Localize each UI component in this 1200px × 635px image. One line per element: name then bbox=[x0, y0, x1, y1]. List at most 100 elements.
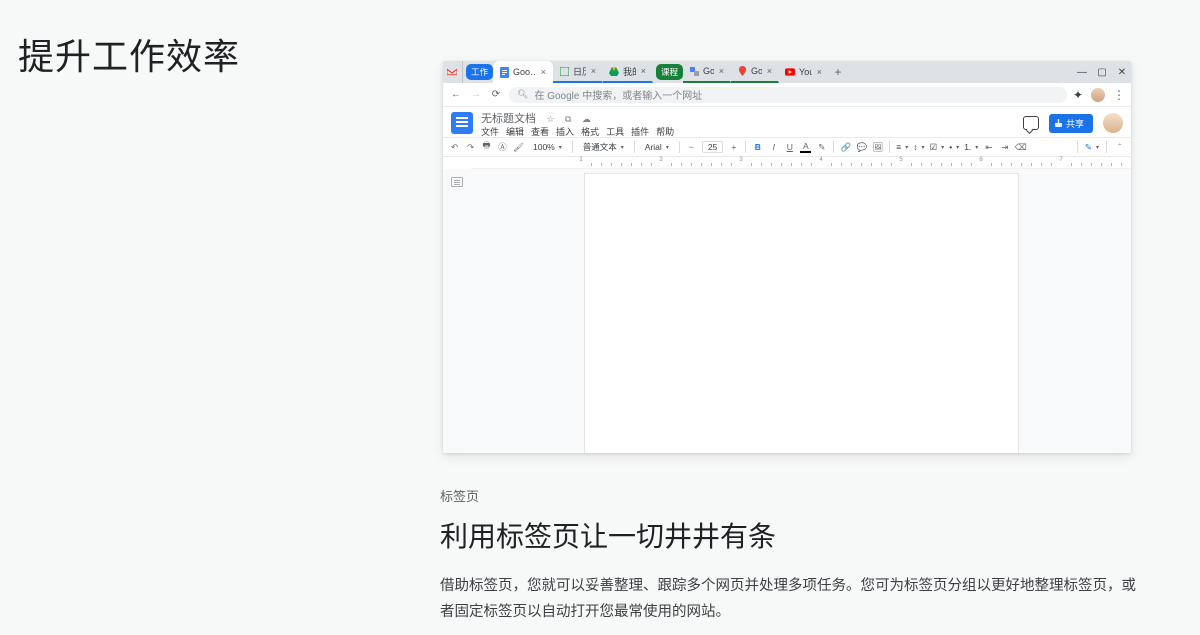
move-folder-icon[interactable]: ⧉ bbox=[565, 114, 571, 124]
docs-header: 无标题文档 ☆ ⧉ ☁ 文件 编辑 查看 插入 格式 工具 插件 帮助 bbox=[443, 107, 1131, 137]
menu-view[interactable]: 查看 bbox=[531, 127, 549, 137]
redo-button[interactable]: ↷ bbox=[465, 142, 476, 153]
editing-mode-dropdown[interactable]: ✎ bbox=[1085, 142, 1099, 153]
section-eyebrow: 标签页 bbox=[440, 486, 1140, 505]
italic-button[interactable]: I bbox=[768, 142, 779, 153]
tab-youtube-label: You… bbox=[799, 67, 812, 77]
menu-help[interactable]: 帮助 bbox=[656, 127, 674, 137]
menu-edit[interactable]: 编辑 bbox=[506, 127, 524, 137]
spellcheck-button[interactable]: Ⓐ bbox=[497, 142, 508, 153]
search-icon: 🔍︎ bbox=[517, 89, 528, 100]
ruler-number: 7 bbox=[1059, 157, 1062, 163]
tab-drive[interactable]: 我的… × bbox=[603, 61, 653, 83]
tab-close-icon[interactable]: × bbox=[719, 66, 724, 76]
section-subheadline: 利用标签页让一切井井有条 bbox=[440, 515, 1140, 555]
font-family-dropdown[interactable]: Arial bbox=[641, 142, 673, 152]
tab-close-icon[interactable]: × bbox=[591, 66, 596, 76]
indent-decrease-button[interactable]: ⇤ bbox=[983, 142, 994, 153]
ruler-number: 3 bbox=[739, 157, 742, 163]
docs-favicon bbox=[499, 67, 509, 77]
insert-link-button[interactable]: 🔗 bbox=[840, 142, 851, 153]
print-button[interactable]: 🖶 bbox=[481, 142, 492, 153]
ruler-number: 6 bbox=[979, 157, 982, 163]
document-outline-icon[interactable] bbox=[451, 177, 463, 187]
insert-image-button[interactable]: 🖼 bbox=[872, 142, 883, 153]
google-docs-app: 无标题文档 ☆ ⧉ ☁ 文件 编辑 查看 插入 格式 工具 插件 帮助 bbox=[443, 107, 1131, 453]
tab-maps[interactable]: Go… × bbox=[731, 61, 779, 83]
window-minimize-button[interactable]: — bbox=[1077, 67, 1087, 78]
ruler-number: 1 bbox=[579, 157, 582, 163]
tab-group-course[interactable]: 课程 bbox=[656, 64, 683, 80]
toolbar-collapse-icon[interactable]: ˆ bbox=[1114, 142, 1125, 153]
paragraph-style-dropdown[interactable]: 普通文本 bbox=[579, 141, 628, 153]
highlight-button[interactable]: ✎ bbox=[816, 142, 827, 153]
tab-group-work[interactable]: 工作 bbox=[466, 64, 493, 80]
checklist-button[interactable]: ☑ bbox=[930, 142, 945, 153]
youtube-icon bbox=[785, 67, 795, 77]
bold-button[interactable]: B bbox=[752, 142, 763, 153]
tab-docs-label: Goo… bbox=[513, 67, 536, 77]
menu-addons[interactable]: 插件 bbox=[631, 127, 649, 137]
omnibox-placeholder: 在 Google 中搜索，或者输入一个网址 bbox=[534, 87, 702, 102]
tab-close-icon[interactable]: × bbox=[767, 66, 772, 76]
browser-menu-icon[interactable]: ⋮ bbox=[1113, 88, 1125, 102]
tab-maps-label: Go… bbox=[751, 66, 762, 76]
tab-calendar-label: 日历 bbox=[573, 65, 586, 78]
share-button[interactable]: 共享 bbox=[1049, 114, 1093, 133]
nav-back-button[interactable]: ← bbox=[449, 89, 463, 100]
document-title[interactable]: 无标题文档 bbox=[481, 113, 536, 125]
horizontal-ruler[interactable]: 1234567 bbox=[471, 157, 1131, 169]
browser-window: 工作 Goo… × 日历 × 我的… × bbox=[443, 61, 1131, 453]
menu-tools[interactable]: 工具 bbox=[606, 127, 624, 137]
numbered-list-button[interactable]: 1. bbox=[964, 142, 978, 152]
extensions-icon[interactable]: ✦ bbox=[1073, 88, 1083, 102]
maps-icon bbox=[737, 66, 747, 76]
profile-avatar[interactable] bbox=[1091, 88, 1105, 102]
docs-toolbar: ↶ ↷ 🖶 Ⓐ 🖌 100% 普通文本 Arial − 25 + B I U A… bbox=[443, 137, 1131, 157]
tab-close-icon[interactable]: × bbox=[641, 66, 646, 76]
menu-format[interactable]: 格式 bbox=[581, 127, 599, 137]
bulleted-list-button[interactable]: • bbox=[949, 142, 959, 152]
tab-translate-label: Go… bbox=[703, 66, 714, 76]
align-dropdown[interactable]: ≡ bbox=[896, 142, 908, 152]
font-size-increase[interactable]: + bbox=[728, 142, 739, 153]
tab-gmail[interactable] bbox=[443, 61, 462, 83]
section-description: 借助标签页，您就可以妥善整理、跟踪多个网页并处理多项任务。您可为标签页分组以更好… bbox=[440, 573, 1140, 625]
tab-strip: 工作 Goo… × 日历 × 我的… × bbox=[443, 61, 1131, 83]
tab-close-icon[interactable]: × bbox=[541, 67, 546, 77]
tab-close-icon[interactable]: × bbox=[817, 67, 822, 77]
tab-calendar[interactable]: 日历 × bbox=[553, 61, 603, 83]
undo-button[interactable]: ↶ bbox=[449, 142, 460, 153]
indent-increase-button[interactable]: ⇥ bbox=[999, 142, 1010, 153]
page-headline: 提升工作效率 bbox=[18, 28, 240, 80]
address-bar: ← → ⟳ 🔍︎ 在 Google 中搜索，或者输入一个网址 ✦ ⋮ bbox=[443, 83, 1131, 107]
underline-button[interactable]: U bbox=[784, 142, 795, 153]
line-spacing-dropdown[interactable]: ↕ bbox=[913, 142, 924, 152]
window-close-button[interactable]: ✕ bbox=[1117, 67, 1127, 78]
docs-logo-icon[interactable] bbox=[451, 112, 473, 134]
ruler-number: 4 bbox=[819, 157, 822, 163]
menu-file[interactable]: 文件 bbox=[481, 127, 499, 137]
translate-icon bbox=[689, 66, 699, 76]
account-avatar[interactable] bbox=[1103, 113, 1123, 133]
nav-reload-button[interactable]: ⟳ bbox=[489, 89, 503, 100]
insert-comment-button[interactable]: 💬 bbox=[856, 142, 867, 153]
menu-insert[interactable]: 插入 bbox=[556, 127, 574, 137]
new-tab-button[interactable]: + bbox=[829, 61, 847, 83]
star-icon[interactable]: ☆ bbox=[546, 114, 554, 124]
comment-history-icon[interactable] bbox=[1023, 116, 1039, 130]
document-page[interactable] bbox=[584, 173, 1019, 453]
cloud-status-icon: ☁ bbox=[582, 114, 591, 124]
paint-format-button[interactable]: 🖌 bbox=[513, 142, 524, 153]
tab-youtube[interactable]: You… × bbox=[779, 61, 829, 83]
font-size-decrease[interactable]: − bbox=[686, 142, 697, 153]
omnibox[interactable]: 🔍︎ 在 Google 中搜索，或者输入一个网址 bbox=[509, 87, 1067, 103]
window-maximize-button[interactable]: ▢ bbox=[1097, 67, 1107, 78]
text-color-button[interactable]: A bbox=[800, 142, 811, 153]
tab-docs[interactable]: Goo… × bbox=[493, 61, 553, 83]
tab-translate[interactable]: Go… × bbox=[683, 61, 731, 83]
clear-formatting-button[interactable]: ⌫ bbox=[1015, 142, 1026, 153]
nav-forward-button[interactable]: → bbox=[469, 89, 483, 100]
font-size-input[interactable]: 25 bbox=[702, 141, 723, 153]
zoom-dropdown[interactable]: 100% bbox=[529, 142, 566, 152]
